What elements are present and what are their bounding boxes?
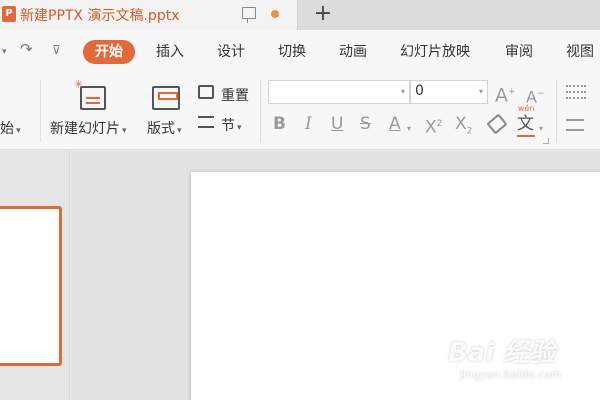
section-icon[interactable] bbox=[198, 116, 214, 128]
layout-label: 版式 bbox=[147, 121, 175, 137]
strikethrough-button[interactable]: S bbox=[360, 114, 371, 134]
watermark-brand-text: Bai 经验 bbox=[448, 338, 556, 368]
slide-thumbnail-pane bbox=[0, 151, 70, 400]
slide-thumbnail[interactable] bbox=[0, 206, 62, 366]
superscript-icon: X bbox=[425, 117, 437, 138]
chevron-down-icon[interactable]: ▾ bbox=[479, 87, 483, 96]
redo-icon[interactable]: ↷ bbox=[20, 40, 33, 58]
reset-button[interactable]: 重置 bbox=[221, 85, 249, 105]
start-menu-label: 始 bbox=[0, 121, 14, 137]
subscript-icon: X bbox=[455, 114, 467, 134]
bullet-list-icon[interactable] bbox=[566, 85, 586, 99]
tab-start[interactable]: 开始 bbox=[83, 40, 135, 64]
ribbon-divider bbox=[260, 80, 261, 142]
tab-transitions[interactable]: 切换 bbox=[278, 40, 306, 64]
ribbon-divider bbox=[556, 80, 557, 142]
superscript-button[interactable]: X2 bbox=[425, 114, 442, 138]
baidu-watermark: Bai 经验 jingyan.baidu.com bbox=[448, 332, 598, 392]
tab-design[interactable]: 设计 bbox=[217, 40, 245, 64]
phonetic-guide-button[interactable]: 文 bbox=[517, 114, 534, 134]
chevron-down-icon: ▾ bbox=[237, 123, 242, 133]
watermark-url-text: jingyan.baidu.com bbox=[460, 368, 562, 381]
unsaved-indicator-dot bbox=[271, 10, 279, 18]
tab-view[interactable]: 视图 bbox=[566, 40, 594, 64]
new-tab-button[interactable]: + bbox=[312, 1, 334, 27]
document-title: 新建PPTX 演示文稿.pptx bbox=[20, 8, 180, 24]
italic-button[interactable]: I bbox=[305, 114, 312, 134]
clear-format-icon[interactable] bbox=[486, 113, 508, 135]
section-label: 节 bbox=[221, 118, 235, 134]
chevron-down-icon[interactable]: ▾ bbox=[401, 87, 405, 96]
align-left-icon[interactable] bbox=[566, 119, 584, 131]
ribbon-panel: 始 ▾ ✳ 新建幻灯片 ▾ 版式 ▾ 重置 节 ▾ ▾ 0 ▾ A+ A− B I U … bbox=[0, 74, 600, 150]
phonetic-hint-text: wén bbox=[518, 104, 535, 113]
ribbon-divider bbox=[40, 80, 41, 142]
customize-toolbar-icon[interactable]: ⊽ bbox=[52, 43, 61, 57]
quick-access-more-icon[interactable]: ▾ bbox=[2, 47, 7, 57]
chevron-down-icon: ▾ bbox=[177, 126, 182, 136]
reset-icon[interactable] bbox=[198, 85, 214, 99]
tab-review[interactable]: 审阅 bbox=[505, 40, 533, 64]
font-dialog-launcher-icon[interactable] bbox=[543, 138, 549, 144]
document-tab-bar: P 新建PPTX 演示文稿.pptx + bbox=[0, 0, 600, 30]
tab-slideshow[interactable]: 幻灯片放映 bbox=[400, 40, 470, 64]
section-button[interactable]: 节 ▾ bbox=[221, 115, 242, 135]
phonetic-underline-decoration bbox=[517, 135, 535, 137]
font-size-select[interactable]: 0 ▾ bbox=[410, 80, 488, 104]
grow-font-icon: A bbox=[495, 84, 508, 107]
subscript-button[interactable]: X2 bbox=[455, 114, 472, 141]
ribbon-tab-row: ▾ ↷ ⊽ 开始 插入 设计 切换 动画 幻灯片放映 审阅 视图 bbox=[0, 30, 600, 74]
chevron-down-icon[interactable]: ▾ bbox=[407, 119, 411, 139]
pptx-file-icon: P bbox=[2, 6, 16, 22]
chevron-down-icon: ▾ bbox=[122, 126, 127, 136]
monitor-icon[interactable] bbox=[242, 7, 256, 23]
layout-icon[interactable] bbox=[152, 86, 180, 110]
document-tab[interactable]: P 新建PPTX 演示文稿.pptx bbox=[0, 0, 298, 30]
new-slide-label: 新建幻灯片 bbox=[50, 121, 120, 137]
new-slide-button[interactable]: 新建幻灯片 ▾ bbox=[50, 118, 127, 138]
app-window: P 新建PPTX 演示文稿.pptx + ▾ ↷ ⊽ 开始 插入 设计 切换 动… bbox=[0, 0, 600, 400]
font-name-select[interactable]: ▾ bbox=[268, 80, 410, 104]
font-color-button[interactable]: A bbox=[389, 114, 401, 134]
chevron-down-icon[interactable]: ▾ bbox=[539, 119, 543, 139]
layout-button[interactable]: 版式 ▾ bbox=[147, 118, 182, 138]
grow-font-button[interactable]: A+ bbox=[495, 82, 516, 105]
bold-button[interactable]: B bbox=[273, 114, 286, 134]
tab-animations[interactable]: 动画 bbox=[339, 40, 367, 64]
new-slide-icon[interactable] bbox=[80, 86, 106, 110]
tab-insert[interactable]: 插入 bbox=[156, 40, 184, 64]
underline-button[interactable]: U bbox=[331, 114, 343, 134]
font-size-value: 0 bbox=[415, 83, 424, 99]
chevron-down-icon: ▾ bbox=[16, 126, 21, 136]
start-menu-partial[interactable]: 始 ▾ bbox=[0, 118, 21, 138]
